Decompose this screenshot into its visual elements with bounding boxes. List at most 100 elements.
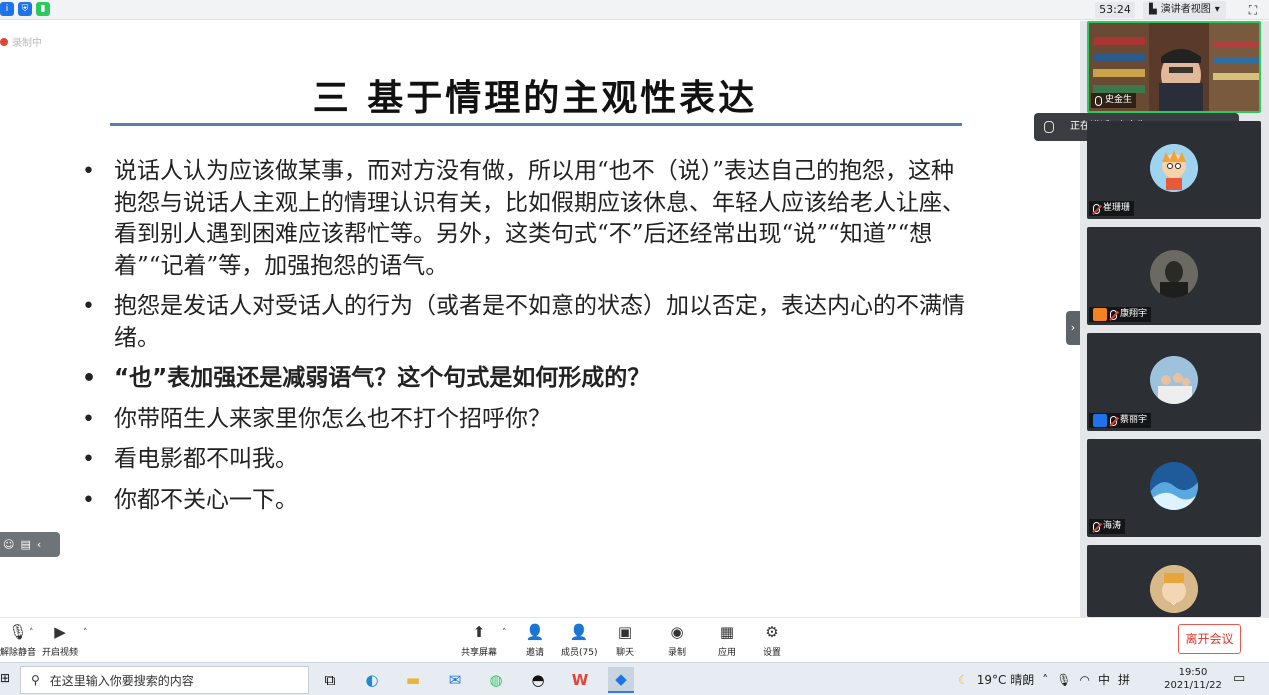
- person-icon: [1093, 308, 1107, 321]
- annotation-toolbar: ☺ ▤ ‹: [0, 532, 60, 557]
- shield-icon[interactable]: ⛨: [18, 2, 32, 16]
- meeting-timer: 53:24: [1095, 2, 1135, 18]
- avatar: [1150, 356, 1198, 404]
- bullet-list: 说话人认为应该做某事，而对方没有做，所以用“也不（说）”表达自己的抱怨，这种抱怨…: [80, 156, 970, 525]
- chat-icon: ▣: [617, 623, 633, 641]
- bullet-item: 看电影都不叫我。: [80, 444, 970, 476]
- bullet-item: 说话人认为应该做某事，而对方没有做，所以用“也不（说）”表达自己的抱怨，这种抱怨…: [80, 156, 970, 282]
- microphone-icon: [1095, 95, 1102, 106]
- recording-label: 录制中: [12, 38, 42, 49]
- wechat-icon[interactable]: ◍: [483, 667, 509, 693]
- collapse-panel-button[interactable]: ›: [1066, 311, 1080, 345]
- cartoon-avatar-icon: [1150, 144, 1198, 192]
- slide-title: 三 基于情理的主观性表达: [312, 78, 758, 119]
- recording-indicator: 录制中: [0, 34, 42, 49]
- participant-tile-active[interactable]: 史金生: [1087, 21, 1261, 113]
- record-dot-icon: [0, 37, 8, 46]
- participant-name: 蔡丽宇: [1120, 415, 1148, 425]
- weather-text[interactable]: 19°C 晴朗: [977, 671, 1034, 688]
- chevron-up-icon[interactable]: ˄: [29, 628, 34, 638]
- microphone-muted-icon: 🎙: [8, 623, 28, 641]
- fullscreen-icon[interactable]: ⛶: [1244, 1, 1262, 19]
- start-video-button[interactable]: ▶ 开启视频: [42, 621, 78, 658]
- participant-tile[interactable]: 崔珊珊: [1087, 121, 1261, 219]
- keyboard-icon[interactable]: ▤: [20, 538, 30, 551]
- video-off-icon: ▶: [54, 623, 66, 641]
- search-placeholder: 在这里输入你要搜索的内容: [49, 673, 194, 688]
- edge-browser-icon[interactable]: ◐: [359, 667, 385, 693]
- top-status-icons: i ⛨ ▮: [0, 2, 50, 16]
- photo-avatar-icon: [1150, 250, 1198, 298]
- wps-icon[interactable]: W: [567, 667, 593, 693]
- microphone-icon[interactable]: 🎙: [1056, 673, 1071, 687]
- microphone-icon: [1044, 121, 1054, 133]
- participant-name-tag: 海涛: [1089, 519, 1126, 534]
- meeting-toolbar: 🎙 解除静音 ˄ ▶ 开启视频 ˄ ⬆ 共享屏幕 ˄ 👤 邀请 👤 成员(75)…: [0, 617, 1269, 662]
- unmute-button[interactable]: 🎙 解除静音: [0, 621, 36, 658]
- participant-name-tag: 蔡丽宇: [1089, 413, 1152, 428]
- avatar: [1150, 144, 1198, 192]
- ime-language[interactable]: 中: [1098, 671, 1110, 688]
- emoji-icon[interactable]: ☺: [3, 538, 14, 551]
- qq-icon[interactable]: ◓: [525, 667, 551, 693]
- signal-icon[interactable]: ▮: [36, 2, 50, 16]
- chevron-up-icon[interactable]: ˄: [1042, 673, 1048, 687]
- chevron-up-icon[interactable]: ˄: [502, 628, 507, 638]
- top-bar: i ⛨ ▮ 53:24 ▙ 演讲者视图 ▾ ⛶: [0, 0, 1269, 20]
- microphone-muted-icon: [1110, 415, 1117, 426]
- members-button[interactable]: 👤 成员(75): [561, 621, 597, 658]
- chevron-left-icon[interactable]: ‹: [37, 538, 41, 551]
- participant-name-tag: 史金生: [1091, 93, 1137, 108]
- participant-name: 海涛: [1103, 521, 1122, 531]
- windows-taskbar: ⊞ ⚲ 在这里输入你要搜索的内容 ⧉ ◐ ▬ ✉ ◍ ◓ W ◆ ☾ 19°C …: [0, 662, 1269, 695]
- participant-name: 史金生: [1105, 95, 1133, 105]
- participant-tile[interactable]: 海涛: [1087, 439, 1261, 537]
- network-icon[interactable]: ◠: [1079, 673, 1089, 687]
- taskbar-search-box[interactable]: ⚲ 在这里输入你要搜索的内容: [20, 666, 309, 694]
- clock-date: 2021/11/22: [1164, 680, 1222, 691]
- participant-tile[interactable]: 蔡丽宇: [1087, 333, 1261, 431]
- taskbar-clock[interactable]: 19:50 2021/11/22: [1164, 666, 1222, 692]
- scroll-down-icon[interactable]: ⌄: [1169, 595, 1178, 608]
- apps-button[interactable]: ▦ 应用: [716, 621, 738, 658]
- photo-avatar-icon: [1150, 356, 1198, 404]
- participant-name: 崔珊珊: [1103, 203, 1131, 213]
- gear-icon: ⚙: [765, 623, 779, 641]
- members-icon: 👤: [569, 623, 589, 641]
- tencent-meeting-icon[interactable]: ◆: [608, 667, 634, 693]
- share-screen-icon: ⬆: [472, 623, 486, 641]
- bullet-item: 抱怨是发话人对受话人的行为（或者是不如意的状态）加以否定，表达内心的不满情绪。: [80, 291, 970, 354]
- microphone-muted-icon: [1093, 521, 1100, 532]
- add-user-icon: 👤: [525, 623, 545, 641]
- presenter-view-icon: ▙: [1149, 4, 1157, 15]
- record-icon: ◉: [670, 623, 684, 641]
- info-icon[interactable]: i: [0, 2, 14, 16]
- bullet-item: 你都不关心一下。: [80, 485, 970, 517]
- windows-start-icon[interactable]: ⊞: [0, 671, 14, 687]
- settings-button[interactable]: ⚙ 设置: [761, 621, 783, 658]
- leave-meeting-button[interactable]: 离开会议: [1178, 624, 1241, 654]
- task-view-icon[interactable]: ⧉: [317, 667, 343, 693]
- presenter-view-button[interactable]: ▙ 演讲者视图 ▾: [1143, 1, 1226, 19]
- mail-icon[interactable]: ✉: [442, 667, 468, 693]
- share-screen-button[interactable]: ⬆ 共享屏幕: [461, 621, 497, 658]
- ime-mode[interactable]: 拼: [1118, 671, 1130, 688]
- bullet-item: “也”表加强还是减弱语气？这个句式是如何形成的？: [80, 363, 970, 395]
- invite-button[interactable]: 👤 邀请: [524, 621, 546, 658]
- title-divider: [110, 123, 962, 126]
- file-explorer-icon[interactable]: ▬: [400, 667, 426, 693]
- record-button[interactable]: ◉ 录制: [666, 621, 688, 658]
- chevron-down-icon: ▾: [1214, 4, 1220, 15]
- chevron-up-icon[interactable]: ˄: [83, 628, 88, 638]
- notification-icon[interactable]: ▭: [1233, 671, 1245, 686]
- microphone-muted-icon: [1110, 309, 1117, 320]
- participant-tile[interactable]: 康翔宇: [1087, 227, 1261, 325]
- clock-time: 19:50: [1178, 667, 1208, 678]
- participant-name-tag: 康翔宇: [1089, 307, 1152, 322]
- participant-tile[interactable]: ⌄: [1087, 545, 1261, 617]
- presenter-view-label: 演讲者视图: [1160, 4, 1211, 15]
- chat-button[interactable]: ▣ 聊天: [614, 621, 636, 658]
- microphone-muted-icon: [1093, 203, 1100, 214]
- search-icon: ⚲: [31, 673, 40, 687]
- person-icon: [1093, 414, 1107, 427]
